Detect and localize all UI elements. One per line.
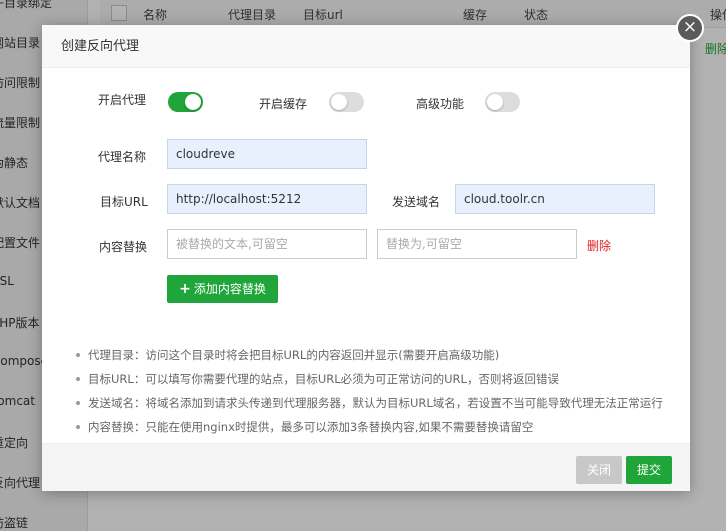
dialog-title: 创建反向代理 xyxy=(42,25,690,68)
enable-cache-label: 开启缓存 xyxy=(259,97,308,111)
proxy-name-label: 代理名称 xyxy=(98,150,147,164)
toggle-knob xyxy=(487,94,503,110)
proxy-name-input[interactable] xyxy=(167,139,367,169)
target-url-label: 目标URL xyxy=(100,195,148,209)
replace-from-input[interactable] xyxy=(167,229,367,259)
close-button[interactable]: 关闭 xyxy=(576,456,622,484)
send-domain-input[interactable] xyxy=(455,184,655,214)
add-replace-label: 添加内容替换 xyxy=(193,282,266,296)
tip-item: 发送域名：将域名添加到请求头传递到代理服务器，默认为目标URL域名，若设置不当可… xyxy=(74,391,684,415)
toggle-knob xyxy=(331,94,347,110)
tip-item: 目标URL：可以填写你需要代理的站点，目标URL必须为可正常访问的URL，否则将… xyxy=(74,367,684,391)
dialog-footer: 关闭 提交 xyxy=(42,443,690,491)
enable-proxy-label: 开启代理 xyxy=(98,93,147,107)
delete-replace-link[interactable]: 删除 xyxy=(587,237,611,254)
advanced-label: 高级功能 xyxy=(416,97,465,111)
target-url-input[interactable] xyxy=(167,184,367,214)
enable-proxy-toggle[interactable] xyxy=(168,92,203,112)
tip-item: 代理目录：访问这个目录时将会把目标URL的内容返回并显示(需要开启高级功能) xyxy=(74,343,684,367)
advanced-toggle[interactable] xyxy=(485,92,520,112)
toggle-knob xyxy=(185,94,201,110)
replace-to-input[interactable] xyxy=(377,229,577,259)
plus-icon: + xyxy=(179,281,191,297)
enable-cache-toggle[interactable] xyxy=(329,92,364,112)
tip-item: 内容替换：只能在使用nginx时提供，最多可以添加3条替换内容,如果不需要替换请… xyxy=(74,415,684,439)
help-tips: 代理目录：访问这个目录时将会把目标URL的内容返回并显示(需要开启高级功能) 目… xyxy=(74,343,684,439)
close-icon[interactable]: × xyxy=(676,14,704,42)
content-replace-label: 内容替换 xyxy=(99,240,148,254)
submit-button[interactable]: 提交 xyxy=(626,456,672,484)
send-domain-label: 发送域名 xyxy=(392,195,441,209)
create-reverse-proxy-dialog: 创建反向代理 开启代理 开启缓存 高级功能 代理名称 目标URL 发送域名 内容… xyxy=(42,25,690,491)
add-replace-button[interactable]: + 添加内容替换 xyxy=(167,275,278,303)
